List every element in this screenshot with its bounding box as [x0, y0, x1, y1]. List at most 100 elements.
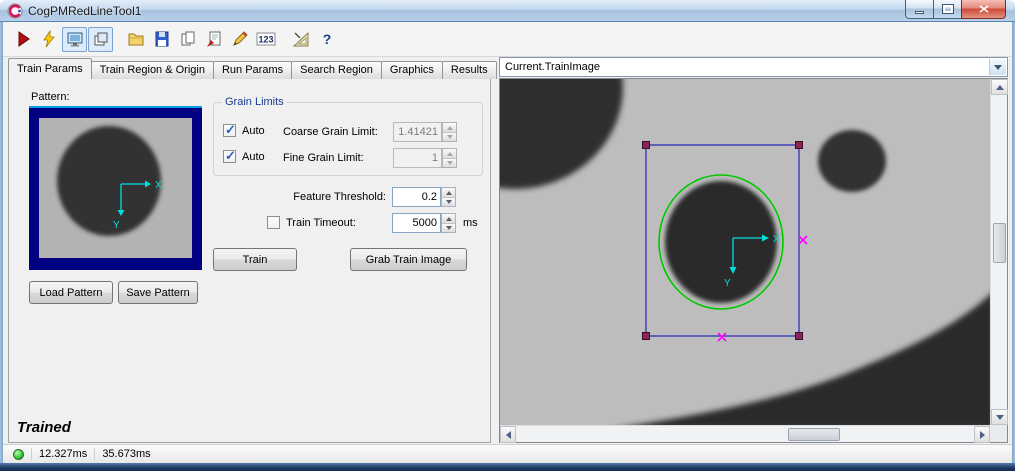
- maximize-button[interactable]: [933, 0, 962, 19]
- numeric-precision-button[interactable]: 123: [253, 27, 278, 52]
- save-button[interactable]: [149, 27, 174, 52]
- open-folder-icon: [127, 30, 145, 48]
- grab-train-image-button[interactable]: Grab Train Image: [350, 248, 467, 271]
- scroll-down-button[interactable]: [991, 409, 1008, 425]
- import-button[interactable]: [201, 27, 226, 52]
- arrow-down-icon: [996, 415, 1004, 420]
- help-button[interactable]: ?: [314, 27, 339, 52]
- load-pattern-button[interactable]: Load Pattern: [29, 281, 113, 304]
- window-frame-bottom: [0, 463, 1015, 471]
- title-bar[interactable]: CogPMRedLineTool1: [0, 0, 1015, 22]
- feature-threshold-spin-down[interactable]: [442, 197, 455, 206]
- pattern-label: Pattern:: [31, 91, 70, 103]
- region-handle-bottom-right[interactable]: [796, 333, 803, 340]
- coordinate-geometry-button[interactable]: [288, 27, 313, 52]
- feature-threshold-spin-up[interactable]: [442, 188, 455, 197]
- status-separator: [94, 448, 95, 460]
- toolbar: 123 ?: [3, 22, 1012, 57]
- run-icon: [14, 30, 32, 48]
- scrollbar-corner: [990, 425, 1007, 442]
- image-display-frame: X Y: [499, 78, 1008, 443]
- train-timeout-checkbox[interactable]: [267, 216, 280, 229]
- scroll-left-button[interactable]: [500, 426, 516, 443]
- coarse-spin-up: [443, 123, 456, 132]
- tab-train-params[interactable]: Train Params: [8, 58, 92, 79]
- train-timeout-spinner: [441, 213, 456, 233]
- numeric-123-icon: 123: [256, 30, 276, 48]
- save-pattern-button[interactable]: Save Pattern: [118, 281, 198, 304]
- image-source-combobox[interactable]: Current.TrainImage: [499, 57, 1008, 77]
- fine-auto-label: Auto: [242, 151, 265, 163]
- toolbar-separator: [279, 27, 288, 52]
- region-handle-top-right[interactable]: [796, 142, 803, 149]
- tab-search-region[interactable]: Search Region: [291, 61, 382, 79]
- arrow-left-icon: [506, 431, 511, 439]
- tab-run-params[interactable]: Run Params: [213, 61, 292, 79]
- tab-graphics[interactable]: Graphics: [381, 61, 443, 79]
- show-result-graphics-toggle[interactable]: [88, 27, 113, 52]
- fine-grain-limit-spinner: [442, 148, 457, 168]
- pattern-image-display[interactable]: X Y: [29, 106, 202, 270]
- scroll-right-button[interactable]: [974, 426, 990, 443]
- window-title: CogPMRedLineTool1: [28, 4, 141, 18]
- total-time-value: 35.673ms: [102, 448, 150, 460]
- coarse-grain-limit-spinner: [442, 122, 457, 142]
- coarse-grain-limit-input: [393, 122, 442, 142]
- train-image-canvas[interactable]: X Y: [500, 79, 990, 425]
- region-handle-bottom-left[interactable]: [643, 333, 650, 340]
- minimize-button[interactable]: [905, 0, 934, 19]
- window-frame-left: [0, 22, 3, 463]
- region-handle-top-left[interactable]: [643, 142, 650, 149]
- coarse-spin-down: [443, 132, 456, 141]
- import-page-icon: [205, 30, 223, 48]
- image-source-value: Current.TrainImage: [505, 61, 600, 73]
- vertical-scrollbar[interactable]: [990, 79, 1007, 425]
- chevron-down-icon: [994, 65, 1002, 70]
- status-bar: 12.327ms 35.673ms: [3, 444, 1012, 463]
- train-params-page: Pattern: X Y Load Pattern Save Pattern G: [8, 78, 491, 443]
- electric-run-button[interactable]: [36, 27, 61, 52]
- tab-results[interactable]: Results: [442, 61, 497, 79]
- status-led-icon: [13, 449, 24, 460]
- feature-threshold-input[interactable]: [392, 187, 441, 207]
- svg-text:Y: Y: [724, 278, 731, 289]
- train-button[interactable]: Train: [213, 248, 297, 271]
- scroll-up-button[interactable]: [991, 79, 1008, 95]
- open-button[interactable]: [123, 27, 148, 52]
- minimize-icon: [915, 11, 924, 14]
- combo-dropdown-button[interactable]: [989, 59, 1006, 75]
- arrow-up-icon: [996, 85, 1004, 90]
- toolbar-separator: [114, 27, 123, 52]
- show-image-display-toggle[interactable]: [62, 27, 87, 52]
- train-timeout-spin-down[interactable]: [442, 223, 455, 232]
- fine-grain-limit-input: [393, 148, 442, 168]
- tab-train-region-origin[interactable]: Train Region & Origin: [91, 61, 214, 79]
- fine-auto-checkbox[interactable]: [223, 150, 236, 163]
- app-window: CogPMRedLineTool1: [0, 0, 1015, 471]
- vertical-scroll-thumb[interactable]: [993, 223, 1006, 263]
- grain-limits-group: Grain Limits Auto Coarse Grain Limit: Au…: [213, 102, 483, 176]
- grain-limits-title: Grain Limits: [222, 96, 287, 108]
- fine-spin-down: [443, 158, 456, 167]
- coarse-grain-limit-label: Coarse Grain Limit:: [283, 126, 378, 138]
- run-button[interactable]: [10, 27, 35, 52]
- feature-threshold-label: Feature Threshold:: [231, 191, 386, 203]
- coarse-auto-label: Auto: [242, 125, 265, 137]
- trained-status-label: Trained: [17, 419, 71, 436]
- close-button[interactable]: [961, 0, 1006, 19]
- image-display-icon: [66, 30, 84, 48]
- save-floppy-icon: [153, 30, 171, 48]
- horizontal-scrollbar[interactable]: [500, 425, 990, 442]
- layered-frames-icon: [92, 30, 110, 48]
- coarse-auto-checkbox[interactable]: [223, 124, 236, 137]
- pattern-image: X Y: [39, 118, 192, 258]
- train-timeout-input[interactable]: [392, 213, 441, 233]
- train-timeout-label: Train Timeout:: [286, 217, 356, 229]
- copy-icon: [179, 30, 197, 48]
- fine-grain-limit-label: Fine Grain Limit:: [283, 152, 364, 164]
- train-timeout-spin-up[interactable]: [442, 214, 455, 223]
- lightning-icon: [40, 30, 58, 48]
- edit-button[interactable]: [227, 27, 252, 52]
- horizontal-scroll-thumb[interactable]: [788, 428, 840, 441]
- copy-button[interactable]: [175, 27, 200, 52]
